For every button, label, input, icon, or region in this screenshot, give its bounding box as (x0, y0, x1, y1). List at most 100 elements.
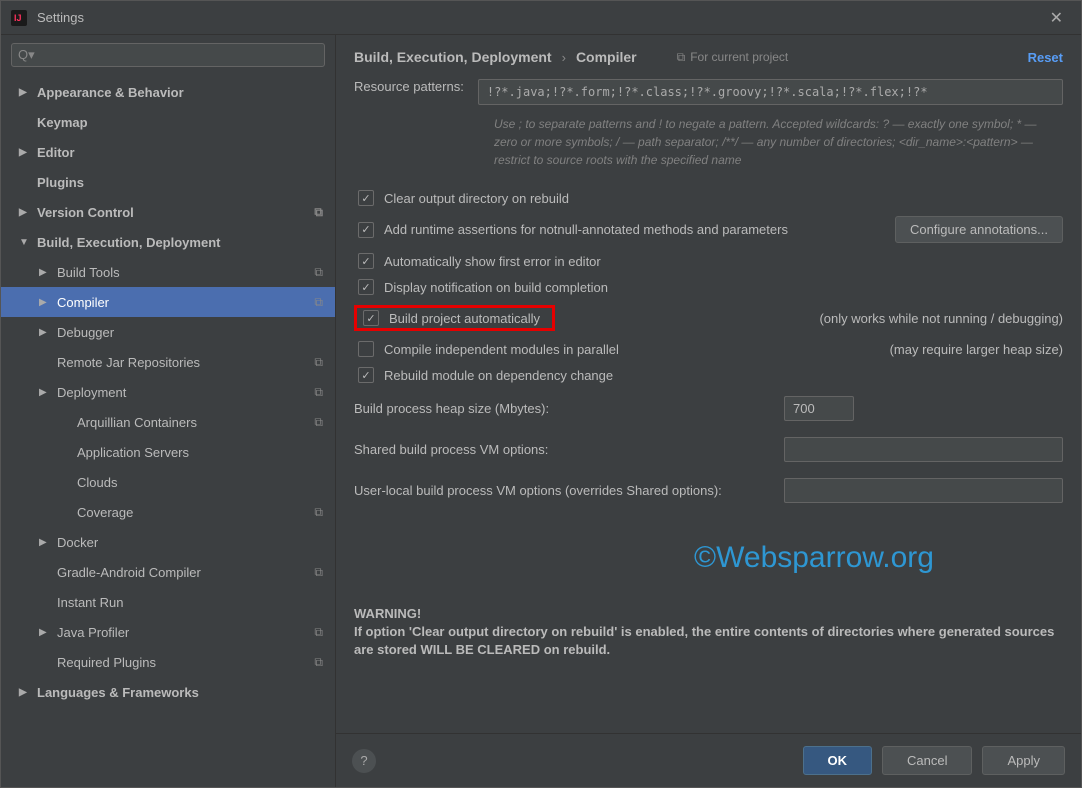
sidebar-item-label: Remote Jar Repositories (57, 355, 314, 370)
sidebar-item-build-execution-deployment[interactable]: ▼ Build, Execution, Deployment (1, 227, 335, 257)
sidebar-item-build-tools[interactable]: ▶Build Tools⧉ (1, 257, 335, 287)
sidebar-item-version-control[interactable]: ▶ Version Control⧉ (1, 197, 335, 227)
sidebar-item-label: Editor (37, 145, 335, 160)
tree-arrow-icon: ▶ (19, 207, 33, 218)
parallel-note: (may require larger heap size) (890, 342, 1063, 357)
project-scope-icon: ⧉ (314, 265, 323, 280)
sidebar-item-languages-frameworks[interactable]: ▶Languages & Frameworks (1, 677, 335, 707)
cancel-button[interactable]: Cancel (882, 746, 972, 775)
footer-bar: ? OK Cancel Apply (336, 733, 1081, 787)
tree-arrow-icon: ▶ (39, 537, 53, 548)
resource-patterns-label: Resource patterns: (354, 79, 464, 94)
tree-arrow-icon: ▶ (39, 267, 53, 278)
user-vm-input[interactable] (784, 478, 1063, 503)
sidebar-item-label: Deployment (57, 385, 314, 400)
sidebar-item-label: Plugins (37, 175, 335, 190)
tree-arrow-icon: ▶ (39, 297, 53, 308)
project-scope-icon: ⧉ (314, 415, 323, 430)
sidebar-item-label: Build, Execution, Deployment (37, 235, 335, 250)
sidebar-item-label: Instant Run (57, 595, 335, 610)
search-container: Q▾ (1, 35, 335, 75)
ok-button[interactable]: OK (803, 746, 873, 775)
warning-text: If option 'Clear output directory on reb… (354, 623, 1063, 659)
build-auto-label: Build project automatically (389, 311, 550, 326)
user-vm-label: User-local build process VM options (ove… (354, 483, 784, 498)
clear-output-label: Clear output directory on rebuild (384, 191, 569, 206)
sidebar-item-clouds[interactable]: Clouds (1, 467, 335, 497)
first-error-label: Automatically show first error in editor (384, 254, 601, 269)
build-auto-note: (only works while not running / debuggin… (819, 311, 1063, 326)
sidebar-item-gradle-android-compiler[interactable]: Gradle-Android Compiler⧉ (1, 557, 335, 587)
sidebar-item-label: Appearance & Behavior (37, 85, 335, 100)
content-area: Resource patterns: Use ; to separate pat… (336, 79, 1081, 733)
breadcrumb: Build, Execution, Deployment › Compiler … (336, 35, 1081, 79)
sidebar-item-required-plugins[interactable]: Required Plugins⧉ (1, 647, 335, 677)
sidebar-item-coverage[interactable]: Coverage⧉ (1, 497, 335, 527)
project-scope-icon: ⧉ (314, 565, 323, 580)
rebuild-dep-checkbox[interactable] (358, 367, 374, 383)
project-scope-icon: ⧉ (314, 625, 323, 640)
settings-tree: ▶Appearance & BehaviorKeymap▶EditorPlugi… (1, 75, 335, 787)
runtime-assertions-checkbox[interactable] (358, 222, 374, 238)
project-scope-icon: ⧉ (314, 385, 323, 400)
sidebar-item-label: Java Profiler (57, 625, 314, 640)
watermark-text: ©Websparrow.org (694, 541, 1063, 575)
notification-label: Display notification on build completion (384, 280, 608, 295)
titlebar: IJ Settings ✕ (1, 1, 1081, 35)
apply-button[interactable]: Apply (982, 746, 1065, 775)
parallel-checkbox[interactable] (358, 341, 374, 357)
sidebar-item-label: Compiler (57, 295, 314, 310)
tree-arrow-icon: ▼ (19, 237, 33, 248)
parallel-label: Compile independent modules in parallel (384, 342, 619, 357)
reset-link[interactable]: Reset (1028, 50, 1063, 65)
sidebar-item-plugins[interactable]: Plugins (1, 167, 335, 197)
configure-annotations-button[interactable]: Configure annotations... (895, 216, 1063, 243)
sidebar-item-label: Arquillian Containers (77, 415, 314, 430)
project-scope-icon: ⧉ (314, 505, 323, 520)
copy-icon: ⧉ (677, 50, 686, 65)
sidebar-item-application-servers[interactable]: Application Servers (1, 437, 335, 467)
sidebar-item-appearance-behavior[interactable]: ▶ Appearance & Behavior (1, 77, 335, 107)
sidebar-item-instant-run[interactable]: Instant Run (1, 587, 335, 617)
tree-arrow-icon: ▶ (39, 387, 53, 398)
tree-arrow-icon: ▶ (39, 627, 53, 638)
window-title: Settings (37, 10, 1042, 25)
main-panel: Build, Execution, Deployment › Compiler … (336, 35, 1081, 787)
sidebar-item-label: Docker (57, 535, 335, 550)
warning-title: WARNING! (354, 605, 1063, 623)
resource-patterns-input[interactable] (478, 79, 1063, 105)
sidebar-item-remote-jar-repositories[interactable]: Remote Jar Repositories⧉ (1, 347, 335, 377)
runtime-assertions-label: Add runtime assertions for notnull-annot… (384, 222, 788, 237)
sidebar-item-debugger[interactable]: ▶Debugger (1, 317, 335, 347)
heap-size-label: Build process heap size (Mbytes): (354, 401, 784, 416)
tree-arrow-icon: ▶ (19, 87, 33, 98)
sidebar-item-editor[interactable]: ▶Editor (1, 137, 335, 167)
sidebar-item-label: Application Servers (77, 445, 335, 460)
project-scope-icon: ⧉ (314, 355, 323, 370)
tree-arrow-icon: ▶ (19, 687, 33, 698)
sidebar-item-label: Clouds (77, 475, 335, 490)
clear-output-checkbox[interactable] (358, 190, 374, 206)
first-error-checkbox[interactable] (358, 253, 374, 269)
heap-size-input[interactable] (784, 396, 854, 421)
sidebar-item-compiler[interactable]: ▶Compiler⧉ (1, 287, 335, 317)
sidebar-item-java-profiler[interactable]: ▶ Java Profiler⧉ (1, 617, 335, 647)
sidebar-item-label: Gradle-Android Compiler (57, 565, 314, 580)
breadcrumb-part1[interactable]: Build, Execution, Deployment (354, 49, 552, 65)
search-icon: Q▾ (18, 47, 35, 63)
sidebar-item-arquillian-containers[interactable]: Arquillian Containers⧉ (1, 407, 335, 437)
sidebar-item-keymap[interactable]: Keymap (1, 107, 335, 137)
search-input[interactable] (39, 48, 318, 63)
sidebar-item-docker[interactable]: ▶ Docker (1, 527, 335, 557)
help-icon[interactable]: ? (352, 749, 376, 773)
rebuild-dep-label: Rebuild module on dependency change (384, 368, 613, 383)
sidebar-item-label: Debugger (57, 325, 335, 340)
search-box[interactable]: Q▾ (11, 43, 325, 67)
notification-checkbox[interactable] (358, 279, 374, 295)
sidebar-item-deployment[interactable]: ▶ Deployment⧉ (1, 377, 335, 407)
build-auto-checkbox[interactable] (363, 310, 379, 326)
sidebar-item-label: Version Control (37, 205, 314, 220)
project-scope-icon: ⧉ (314, 205, 323, 220)
close-icon[interactable]: ✕ (1042, 4, 1071, 32)
shared-vm-input[interactable] (784, 437, 1063, 462)
